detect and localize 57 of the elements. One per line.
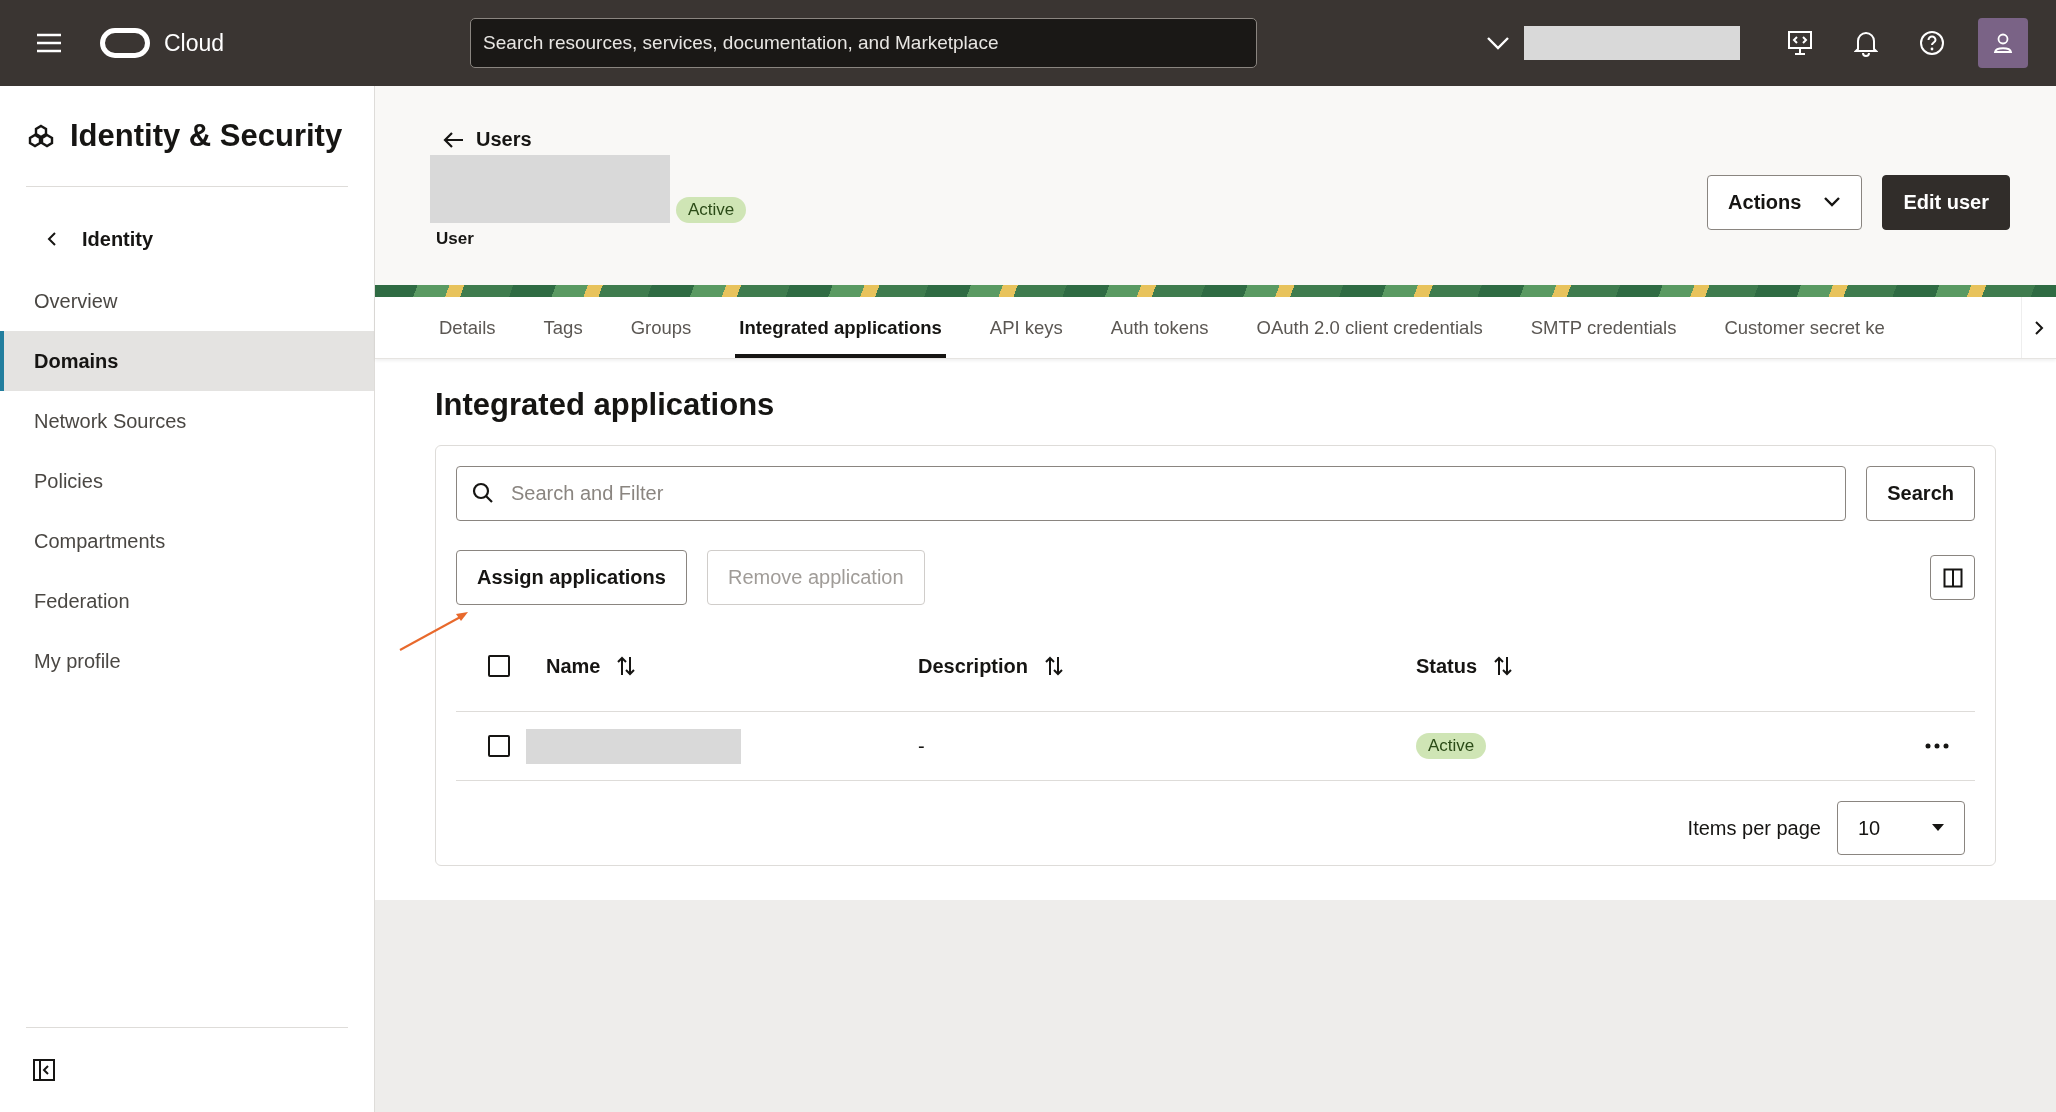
sidebar-item[interactable]: Domains	[0, 331, 374, 391]
columns-button[interactable]	[1930, 555, 1975, 600]
edit-user-button[interactable]: Edit user	[1882, 174, 2010, 230]
sort-icon[interactable]	[1493, 655, 1514, 677]
search-field[interactable]: Search resources, services, documentation, and Marketplace	[470, 18, 1258, 68]
checkbox[interactable]	[488, 735, 510, 757]
sidebar-item[interactable]: Network Sources	[0, 391, 374, 451]
sort-icon[interactable]	[1044, 655, 1065, 677]
back-link[interactable]: Users	[442, 128, 2010, 151]
sidebar-item[interactable]: Policies	[0, 451, 374, 511]
table-cell: -	[918, 734, 925, 758]
collapse-panel-icon[interactable]	[32, 1058, 56, 1082]
column-header[interactable]: Description	[918, 654, 1029, 678]
back-link[interactable]: Identity	[0, 207, 374, 271]
sidebar-item[interactable]: Compartments	[0, 511, 374, 571]
notification-icon[interactable]	[1854, 29, 1878, 57]
cubes-icon	[28, 124, 54, 148]
actions-button[interactable]: Actions	[1707, 174, 1863, 230]
tab[interactable]: API keys	[985, 297, 1067, 358]
avatar[interactable]	[1978, 18, 2028, 68]
sidebar-title: Identity & Security	[70, 118, 343, 154]
search-button[interactable]: Search	[1866, 466, 1975, 521]
section-title: Integrated applications	[435, 387, 776, 423]
help-icon[interactable]	[1918, 29, 1946, 57]
sidebar-item[interactable]: Federation	[0, 571, 374, 631]
column-header[interactable]: Status	[1416, 654, 1478, 678]
column-header[interactable]: Name	[546, 654, 601, 678]
items-per-page-label: Items per page	[1687, 816, 1821, 840]
sidebar-item[interactable]: Overview	[0, 271, 374, 331]
columns-icon[interactable]	[1942, 567, 1963, 588]
sort-icon[interactable]	[616, 655, 637, 677]
tab[interactable]: OAuth 2.0 client credentials	[1252, 297, 1487, 358]
chevron-down-icon[interactable]	[1823, 196, 1842, 208]
monitor-code-icon[interactable]	[1786, 29, 1814, 57]
more-options-icon[interactable]	[1925, 743, 1949, 749]
status-badge: Active	[676, 197, 747, 223]
page-subtitle: User	[436, 229, 475, 249]
caret-down-icon[interactable]	[1932, 824, 1944, 832]
menu-icon[interactable]	[36, 33, 62, 53]
checkbox[interactable]	[488, 655, 510, 677]
status-badge: Active	[1416, 733, 1487, 759]
page-size-select[interactable]: 10	[1837, 801, 1965, 855]
logo-icon[interactable]	[100, 28, 150, 58]
tab[interactable]: Details	[435, 297, 500, 358]
toolbar-button[interactable]: Assign applications	[456, 550, 687, 605]
sidebar-item[interactable]: My profile	[0, 631, 374, 691]
tab[interactable]: Customer secret ke	[1720, 297, 1889, 358]
search-field[interactable]: Search and Filter	[456, 466, 1847, 521]
tab[interactable]: Tags	[539, 297, 587, 358]
chevron-left-icon[interactable]	[46, 231, 58, 247]
chevron-right-icon[interactable]	[2034, 319, 2044, 336]
tab[interactable]: Auth tokens	[1106, 297, 1213, 358]
back-arrow-icon[interactable]	[442, 130, 464, 149]
brand-name: Cloud	[164, 29, 225, 57]
annotation-arrow	[398, 610, 470, 652]
tab[interactable]: SMTP credentials	[1526, 297, 1681, 358]
tab[interactable]: Groups	[626, 297, 696, 358]
